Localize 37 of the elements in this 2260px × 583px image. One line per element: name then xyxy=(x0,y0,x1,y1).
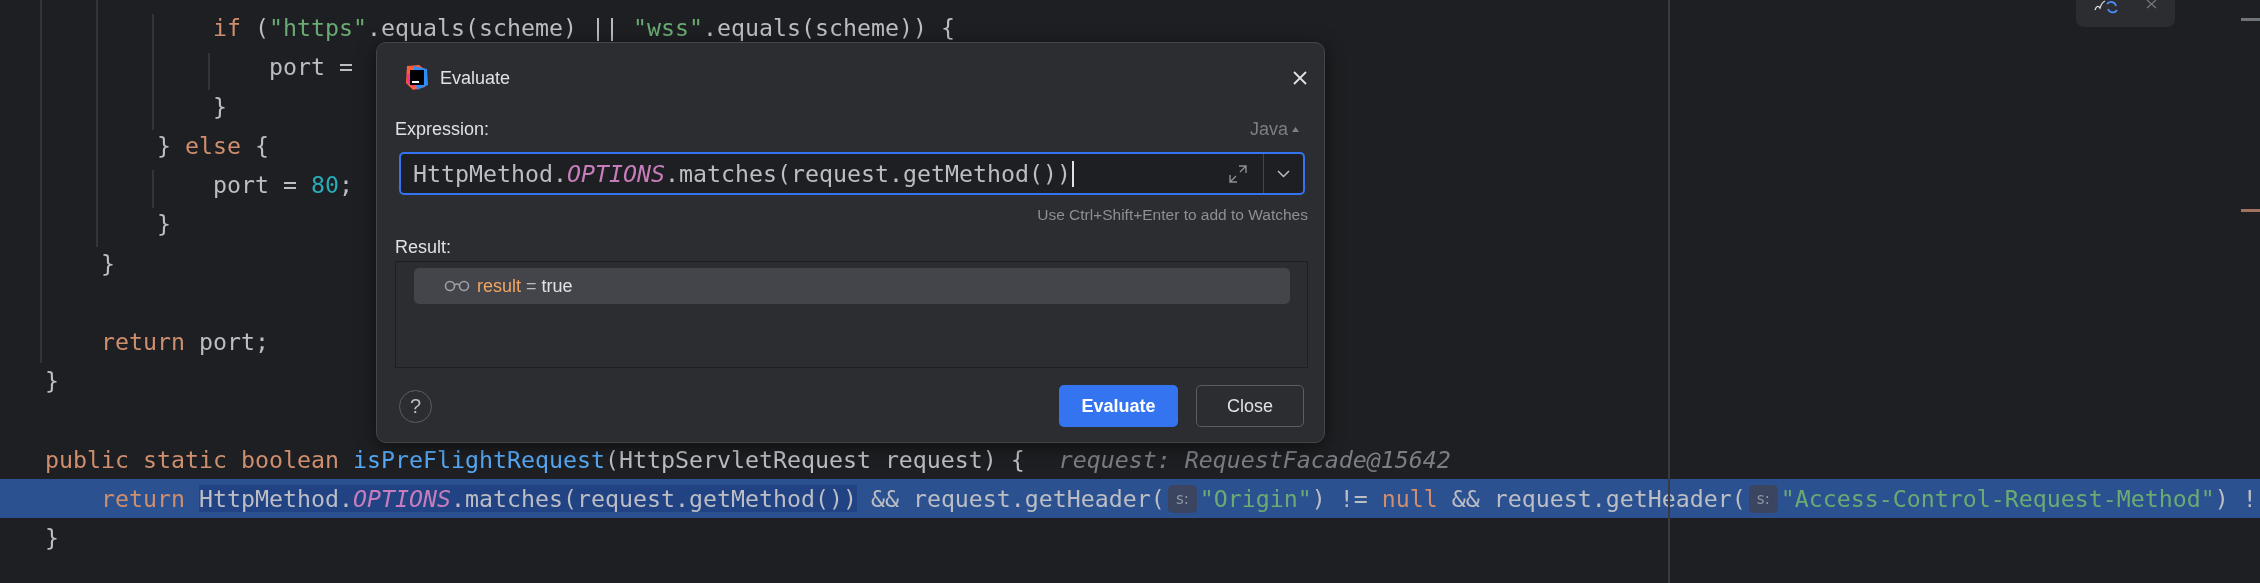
dialog-title: Evaluate xyxy=(440,67,512,89)
code-text: port = xyxy=(267,53,353,81)
caret-icon xyxy=(1292,126,1299,132)
code-text: "Access-Control-Request-Method") ! xyxy=(1780,485,2257,513)
code-text: } xyxy=(45,367,59,395)
code-text: if ("https".equals(scheme) || "wss".equals(scheme)) { xyxy=(211,14,955,42)
glasses-icon xyxy=(444,280,470,292)
expression-label: Expression: xyxy=(395,118,490,140)
close-button[interactable]: Close xyxy=(1196,385,1304,427)
code-text: } xyxy=(155,210,171,238)
code-text: } xyxy=(100,249,115,277)
code-text: return port; xyxy=(100,328,269,356)
parameter-hint: s: xyxy=(1167,484,1197,513)
code-text: public static boolean isPreFlightRequest(HttpServletRequest request) { xyxy=(45,445,1025,473)
code-text: } else { xyxy=(155,131,269,159)
parameter-hint: s: xyxy=(1748,484,1778,513)
inline-value-hint: request: RequestFacade@15642 xyxy=(1058,445,1451,473)
shortcut-hint: Use Ctrl+Shift+Enter to add to Watches xyxy=(1037,205,1308,225)
expression-field[interactable]: HttpMethod.OPTIONS.matches(request.getMethod()) xyxy=(399,152,1305,195)
sync-icon[interactable] xyxy=(2094,0,2120,15)
expression-text: HttpMethod.OPTIONS.matches(request.getMethod()) xyxy=(412,160,1071,187)
scroll-marker xyxy=(2241,18,2260,21)
selected-code: HttpMethod.OPTIONS.matches(request.getMethod()) xyxy=(199,485,857,513)
code-text: return xyxy=(100,485,186,513)
scroll-marker xyxy=(2241,209,2260,212)
evaluate-button[interactable]: Evaluate xyxy=(1059,385,1178,427)
expand-icon[interactable] xyxy=(1229,164,1247,183)
result-row[interactable]: result = true xyxy=(414,268,1290,304)
code-text: port = 80; xyxy=(211,171,353,199)
code-text: && request.getHeader( xyxy=(869,485,1165,513)
app-logo-icon xyxy=(405,65,429,91)
code-text: } xyxy=(45,524,59,552)
code-text: } xyxy=(211,92,227,120)
result-label: Result: xyxy=(395,236,452,259)
chevron-down-icon xyxy=(1277,169,1290,178)
result-text: result = true xyxy=(477,275,573,297)
text-cursor xyxy=(1071,160,1074,187)
